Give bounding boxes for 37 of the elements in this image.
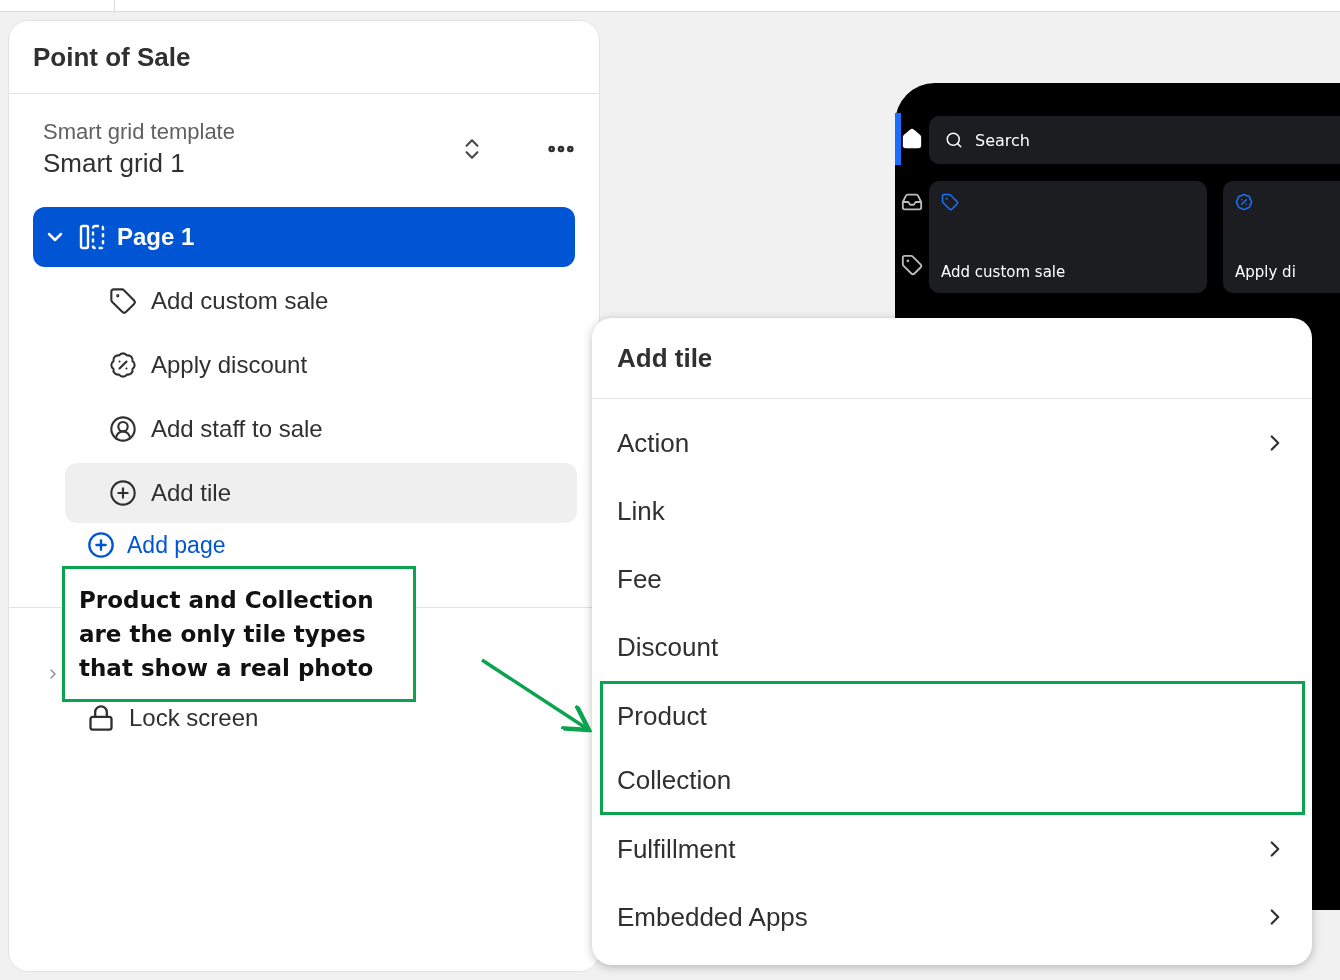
menu-item[interactable]: Fulfillment xyxy=(592,815,1312,883)
annotation-note: Product and Collection are the only tile types that show a real photo xyxy=(62,566,416,702)
tile-label: Add custom sale xyxy=(941,263,1067,281)
discount-badge-icon xyxy=(109,351,137,379)
tag-icon xyxy=(941,193,959,211)
tile-item[interactable]: Apply discount xyxy=(65,335,577,395)
menu-item[interactable]: Product xyxy=(603,684,1302,748)
field-label: Smart grid template xyxy=(43,118,236,146)
tile-card[interactable]: Add custom sale xyxy=(929,181,1207,293)
tag-icon xyxy=(109,287,137,315)
panel-title: Point of Sale xyxy=(33,41,191,73)
menu-item[interactable]: Fee xyxy=(592,545,1312,613)
discount-badge-icon xyxy=(1235,193,1253,211)
page-item[interactable]: Page 1 xyxy=(33,207,575,267)
lock-screen-item[interactable]: Lock screen xyxy=(87,704,259,732)
add-page-link[interactable]: Add page xyxy=(87,525,226,565)
tag-icon xyxy=(901,254,923,276)
tile-card[interactable]: Apply di xyxy=(1223,181,1340,293)
lock-icon xyxy=(87,704,115,732)
page-layout-icon xyxy=(79,224,105,250)
plus-circle-icon xyxy=(87,531,115,559)
menu-item[interactable]: Action xyxy=(592,409,1312,477)
tile-item[interactable]: Add tile xyxy=(65,463,577,523)
menu-item[interactable]: Embedded Apps xyxy=(592,883,1312,951)
inbox-icon xyxy=(901,191,923,213)
search-icon xyxy=(945,131,963,149)
user-circle-icon xyxy=(109,415,137,443)
tile-item[interactable]: Add custom sale xyxy=(65,271,577,331)
menu-item[interactable]: Discount xyxy=(592,613,1312,681)
template-value: Smart grid 1 xyxy=(43,147,186,180)
home-icon xyxy=(901,128,923,150)
menu-item[interactable]: Collection xyxy=(603,748,1302,812)
menu-item[interactable]: Link xyxy=(592,477,1312,545)
tile-label: Apply di xyxy=(1235,263,1297,281)
plus-circle-icon xyxy=(109,479,137,507)
popover-title: Add tile xyxy=(617,342,713,374)
tile-item[interactable]: Add staff to sale xyxy=(65,399,577,459)
